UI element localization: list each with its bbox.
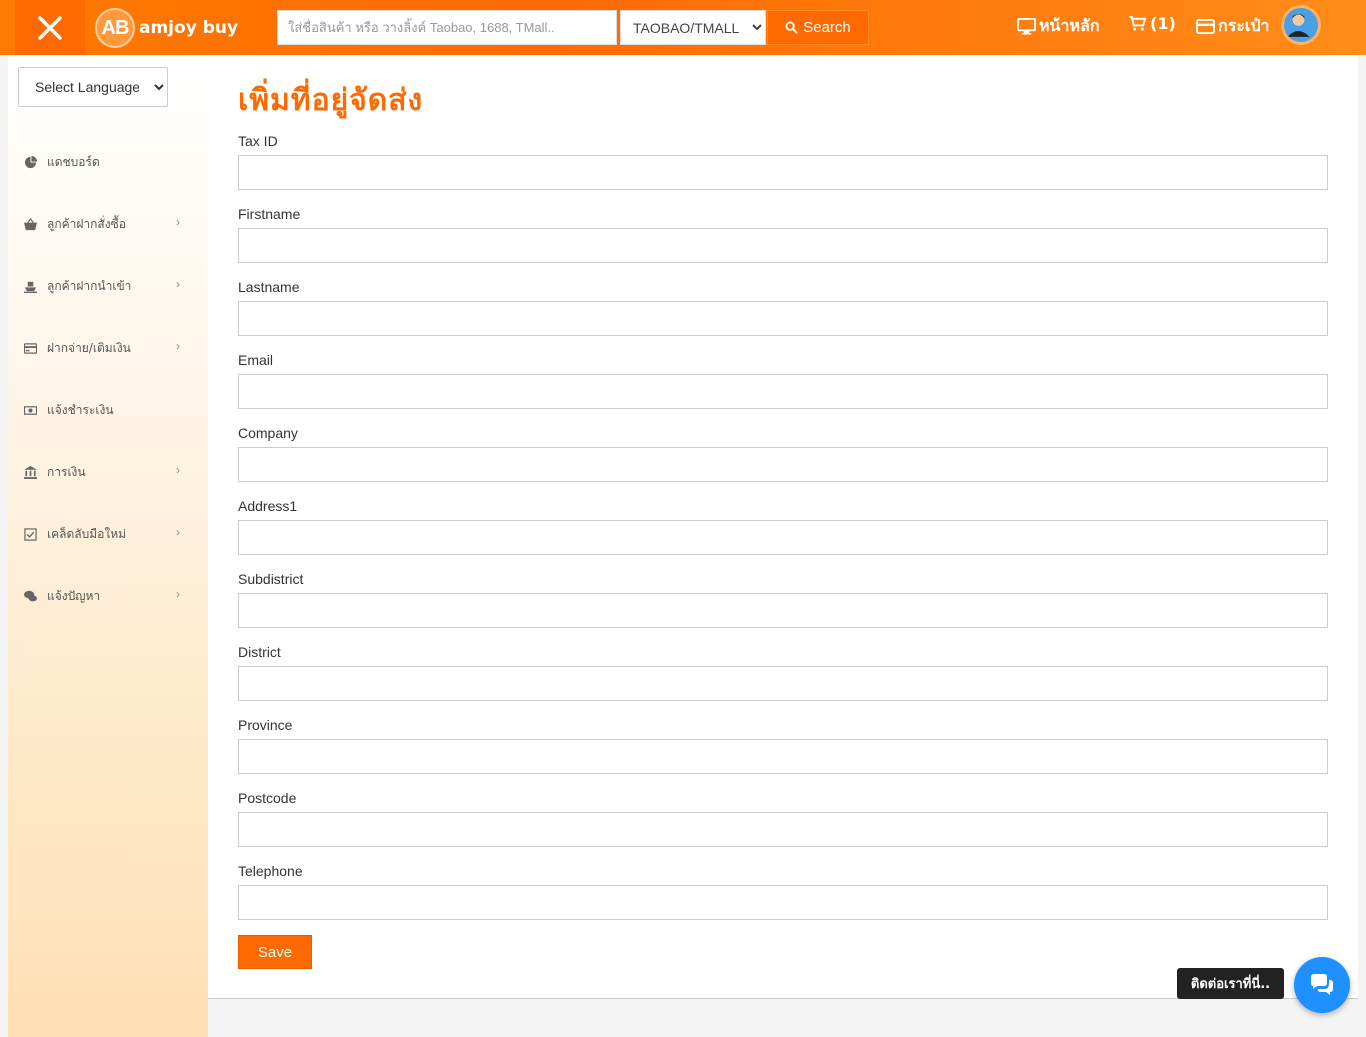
sidebar-item-label: เคล็ดลับมือใหม่ xyxy=(47,526,127,541)
district-field[interactable] xyxy=(238,666,1328,701)
subdistrict-label: Subdistrict xyxy=(238,571,304,587)
basket-icon xyxy=(23,217,37,230)
chevron-right-icon: › xyxy=(176,215,180,229)
credit-card-icon xyxy=(23,342,37,354)
sidebar-item-label: การเงิน xyxy=(47,464,86,479)
chat-button[interactable] xyxy=(1294,957,1350,1013)
cart-count: (1) xyxy=(1150,14,1176,33)
search-source-select[interactable]: TAOBAO/TMALL xyxy=(620,10,766,45)
postcode-label: Postcode xyxy=(238,790,297,806)
user-avatar-icon xyxy=(1287,13,1310,37)
address1-label: Address1 xyxy=(238,498,298,514)
chevron-right-icon: › xyxy=(176,277,180,291)
search-icon xyxy=(785,21,798,34)
email-label: Email xyxy=(238,352,274,368)
tax-id-field[interactable] xyxy=(238,155,1328,190)
sidebar-item-import-orders[interactable]: ลูกค้าฝากนำเข้า › xyxy=(8,266,208,306)
credit-card-icon xyxy=(1196,18,1215,35)
chevron-right-icon: › xyxy=(176,587,180,601)
logo-mark: AB xyxy=(95,8,135,48)
pie-chart-icon xyxy=(24,155,37,168)
nav-cart[interactable]: (1) xyxy=(1128,14,1176,33)
firstname-label: Firstname xyxy=(238,206,301,222)
sidebar-item-label: ฝากจ่าย/เติมเงิน xyxy=(47,340,131,355)
logo-text: amjoy buy xyxy=(139,18,239,38)
cart-icon xyxy=(1129,15,1147,31)
nav-home[interactable]: หน้าหลัก xyxy=(1017,14,1100,39)
main-content: เพิ่มที่อยู่จัดส่ง Tax ID Firstname Last… xyxy=(208,55,1358,999)
firstname-field[interactable] xyxy=(238,228,1328,263)
save-button[interactable]: Save xyxy=(238,935,312,969)
sidebar-item-label: แจ้งปัญหา xyxy=(47,588,101,603)
chat-label[interactable]: ติดต่อเราที่นี่.. xyxy=(1177,968,1284,999)
logo[interactable]: AB amjoy buy xyxy=(95,7,238,49)
subdistrict-field[interactable] xyxy=(238,593,1328,628)
chat-icon xyxy=(1311,974,1333,995)
sidebar: Select Language แดชบอร์ด ลูกค้าฝากสั่งซื… xyxy=(8,55,208,1037)
desktop-icon xyxy=(1017,18,1036,35)
address1-field[interactable] xyxy=(238,520,1328,555)
comments-icon xyxy=(23,590,37,601)
email-field[interactable] xyxy=(238,374,1328,409)
sidebar-item-label: ลูกค้าฝากสั่งซื้อ xyxy=(47,216,126,231)
sidebar-item-tips[interactable]: เคล็ดลับมือใหม่ › xyxy=(8,514,208,554)
close-menu-button[interactable] xyxy=(15,0,85,55)
close-icon xyxy=(38,15,62,40)
sidebar-item-dashboard[interactable]: แดชบอร์ด xyxy=(8,142,208,182)
nav-wallet[interactable]: กระเป๋า xyxy=(1196,14,1269,39)
sidebar-item-report-issue[interactable]: แจ้งปัญหา › xyxy=(8,576,208,616)
chevron-right-icon: › xyxy=(176,463,180,477)
money-icon xyxy=(23,405,37,415)
search-button-label: Search xyxy=(803,19,851,36)
page-title: เพิ่มที่อยู่จัดส่ง xyxy=(238,83,424,118)
sidebar-item-label: แจ้งชำระเงิน xyxy=(47,402,114,417)
province-field[interactable] xyxy=(238,739,1328,774)
sidebar-item-payment-topup[interactable]: ฝากจ่าย/เติมเงิน › xyxy=(8,328,208,368)
top-header: AB amjoy buy TAOBAO/TMALL Search หน้าหลั… xyxy=(0,0,1366,55)
chevron-right-icon: › xyxy=(176,525,180,539)
ship-icon xyxy=(23,281,37,293)
chevron-right-icon: › xyxy=(176,339,180,353)
sidebar-item-finance[interactable]: การเงิน › xyxy=(8,452,208,492)
sidebar-item-label: ลูกค้าฝากนำเข้า xyxy=(47,278,132,293)
checkbox-icon xyxy=(23,527,37,541)
language-select[interactable]: Select Language xyxy=(18,67,168,107)
company-label: Company xyxy=(238,425,298,441)
sidebar-item-label: แดชบอร์ด xyxy=(47,154,100,169)
sidebar-item-purchase-orders[interactable]: ลูกค้าฝากสั่งซื้อ › xyxy=(8,204,208,244)
district-label: District xyxy=(238,644,281,660)
telephone-label: Telephone xyxy=(238,863,303,879)
lastname-field[interactable] xyxy=(238,301,1328,336)
bank-icon xyxy=(23,465,37,479)
sidebar-item-payment-notify[interactable]: แจ้งชำระเงิน xyxy=(8,390,208,430)
search-button[interactable]: Search xyxy=(767,10,869,45)
tax-id-label: Tax ID xyxy=(238,133,278,149)
nav-wallet-label: กระเป๋า xyxy=(1218,16,1270,35)
search-input[interactable] xyxy=(277,10,617,45)
avatar[interactable] xyxy=(1281,5,1321,45)
company-field[interactable] xyxy=(238,447,1328,482)
lastname-label: Lastname xyxy=(238,279,300,295)
postcode-field[interactable] xyxy=(238,812,1328,847)
telephone-field[interactable] xyxy=(238,885,1328,920)
nav-home-label: หน้าหลัก xyxy=(1039,16,1100,35)
province-label: Province xyxy=(238,717,293,733)
